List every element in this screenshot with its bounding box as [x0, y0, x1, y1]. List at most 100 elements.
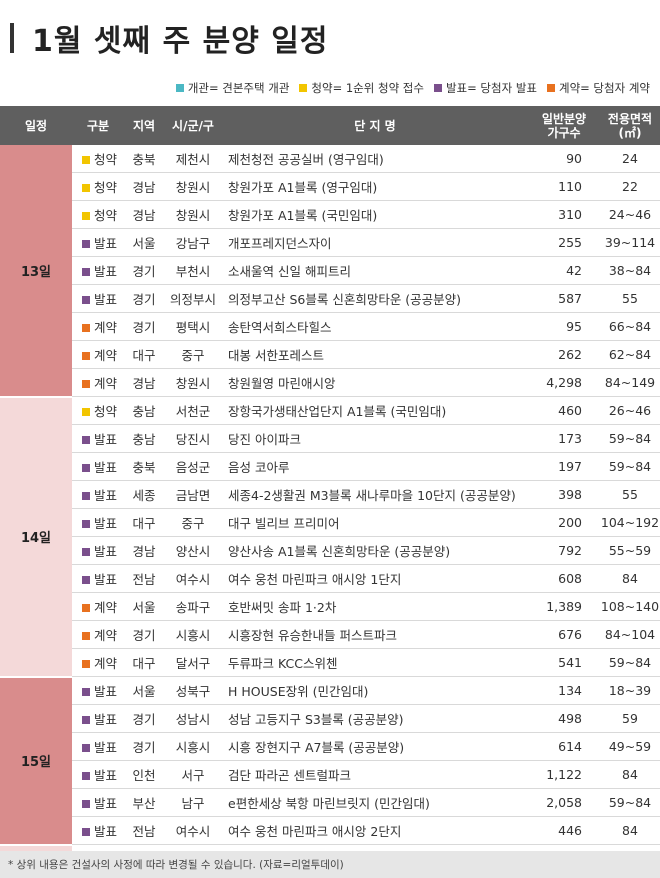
- city-cell: 달서구: [164, 648, 222, 677]
- region-cell: 경남: [124, 200, 164, 229]
- units-cell: 262: [528, 340, 600, 369]
- region-cell: 경기: [124, 620, 164, 649]
- units-cell: 197: [528, 452, 600, 481]
- city-cell: 음성군: [164, 452, 222, 481]
- region-cell: 충북: [124, 145, 164, 173]
- complex-name-cell: 대봉 서한포레스트: [222, 340, 528, 369]
- type-cell: 발표: [72, 788, 124, 817]
- complex-name-cell: e편한세상 북항 마린브릿지 (민간임대): [222, 788, 528, 817]
- type-square-icon: [82, 436, 90, 444]
- city-cell: 서천군: [164, 396, 222, 425]
- type-label: 발표: [94, 712, 118, 727]
- type-cell: 청약: [72, 172, 124, 201]
- complex-name-cell: 창원가포 A1블록 (영구임대): [222, 172, 528, 201]
- legend-item-3: 계약= 당첨자 계약: [546, 80, 650, 96]
- type-cell: 계약: [72, 340, 124, 369]
- region-cell: 경기: [124, 732, 164, 761]
- region-cell: 대구: [124, 648, 164, 677]
- type-square-icon: [82, 464, 90, 472]
- header-units-line2: 가구수: [547, 125, 581, 140]
- type-label: 발표: [94, 236, 118, 251]
- region-cell: 경기: [124, 704, 164, 733]
- type-label: 청약: [94, 152, 118, 167]
- units-cell: 200: [528, 508, 600, 537]
- legend-label: 개관= 견본주택 개관: [187, 81, 290, 95]
- units-cell: 42: [528, 256, 600, 285]
- complex-name-cell: 개포프레지던스자이: [222, 228, 528, 257]
- table-row: 발표 서울 강남구 개포프레지던스자이 255 39~114: [0, 228, 660, 257]
- city-cell: 양산시: [164, 536, 222, 565]
- area-cell: 55~59: [600, 536, 660, 565]
- complex-name-cell: 대구 빌리브 프리미어: [222, 508, 528, 537]
- header-complex-name: 단 지 명: [222, 106, 528, 145]
- type-square-icon: [82, 240, 90, 248]
- units-cell: 95: [528, 312, 600, 341]
- type-square-icon: [82, 212, 90, 220]
- table-row: 계약 경기 평택시 송탄역서희스타힐스 95 66~84: [0, 312, 660, 341]
- units-cell: 134: [528, 676, 600, 705]
- table-row: 발표 전남 여수시 여수 웅천 마린파크 애시앙 1단지 608 84: [0, 564, 660, 593]
- type-square-icon: [82, 660, 90, 668]
- city-cell: 여수시: [164, 816, 222, 845]
- type-label: 발표: [94, 544, 118, 559]
- area-cell: 18~39: [600, 676, 660, 705]
- type-square-icon: [82, 184, 90, 192]
- table-row: 발표 전남 여수시 여수 웅천 마린파크 애시앙 2단지 446 84: [0, 816, 660, 845]
- units-cell: 498: [528, 704, 600, 733]
- legend-label: 계약= 당첨자 계약: [558, 81, 650, 95]
- units-cell: 608: [528, 564, 600, 593]
- type-cell: 발표: [72, 508, 124, 537]
- city-cell: 의정부시: [164, 284, 222, 313]
- type-cell: 발표: [72, 256, 124, 285]
- type-cell: 계약: [72, 312, 124, 341]
- type-cell: 발표: [72, 284, 124, 313]
- city-cell: 송파구: [164, 592, 222, 621]
- area-cell: 104~192: [600, 508, 660, 537]
- legend-label: 발표= 당첨자 발표: [445, 81, 537, 95]
- type-square-icon: [82, 268, 90, 276]
- footer-note: * 상위 내용은 건설사의 사정에 따라 변경될 수 있습니다. (자료=리얼투…: [0, 851, 660, 878]
- type-square-icon: [82, 744, 90, 752]
- city-cell: 여수시: [164, 564, 222, 593]
- type-label: 발표: [94, 264, 118, 279]
- units-cell: 255: [528, 228, 600, 257]
- area-cell: 24~46: [600, 200, 660, 229]
- table-row: 계약 경남 창원시 창원월영 마린애시앙 4,298 84~149: [0, 368, 660, 397]
- complex-name-cell: 의정부고산 S6블록 신혼희망타운 (공공분양): [222, 284, 528, 313]
- units-cell: 1,389: [528, 592, 600, 621]
- city-cell: 평택시: [164, 312, 222, 341]
- table-row: 15일 발표 서울 성북구 H HOUSE장위 (민간임대) 134 18~39: [0, 676, 660, 846]
- complex-name-cell: 당진 아이파크: [222, 424, 528, 453]
- complex-name-cell: 장항국가생태산업단지 A1블록 (국민임대): [222, 396, 528, 425]
- area-cell: 55: [600, 284, 660, 313]
- title-accent-bar: [10, 23, 14, 53]
- table-row: 계약 대구 달서구 두류파크 KCC스위첸 541 59~84: [0, 648, 660, 677]
- type-label: 계약: [94, 320, 118, 335]
- table-row: 발표 경기 의정부시 의정부고산 S6블록 신혼희망타운 (공공분양) 587 55: [0, 284, 660, 313]
- units-cell: 676: [528, 620, 600, 649]
- type-label: 청약: [94, 208, 118, 223]
- city-cell: 남구: [164, 788, 222, 817]
- complex-name-cell: 음성 코아루: [222, 452, 528, 481]
- units-cell: 614: [528, 732, 600, 761]
- header-city: 시/군/구: [164, 106, 222, 145]
- type-label: 계약: [94, 628, 118, 643]
- region-cell: 충북: [124, 452, 164, 481]
- type-label: 청약: [94, 180, 118, 195]
- type-square-icon: [82, 352, 90, 360]
- complex-name-cell: 창원가포 A1블록 (국민임대): [222, 200, 528, 229]
- type-cell: 계약: [72, 648, 124, 677]
- type-cell: 청약: [72, 396, 124, 425]
- type-label: 발표: [94, 572, 118, 587]
- type-square-icon: [82, 156, 90, 164]
- page-title: 1월 셋째 주 분양 일정: [32, 24, 329, 59]
- type-label: 계약: [94, 376, 118, 391]
- type-label: 발표: [94, 460, 118, 475]
- units-cell: 110: [528, 172, 600, 201]
- area-cell: 26~46: [600, 396, 660, 425]
- header-region: 지역: [124, 106, 164, 145]
- legend: 개관= 견본주택 개관 청약= 1순위 청약 접수 발표= 당첨자 발표 계약= 당첨…: [166, 78, 650, 98]
- area-cell: 84~104: [600, 620, 660, 649]
- region-cell: 서울: [124, 228, 164, 257]
- type-square-icon: [82, 520, 90, 528]
